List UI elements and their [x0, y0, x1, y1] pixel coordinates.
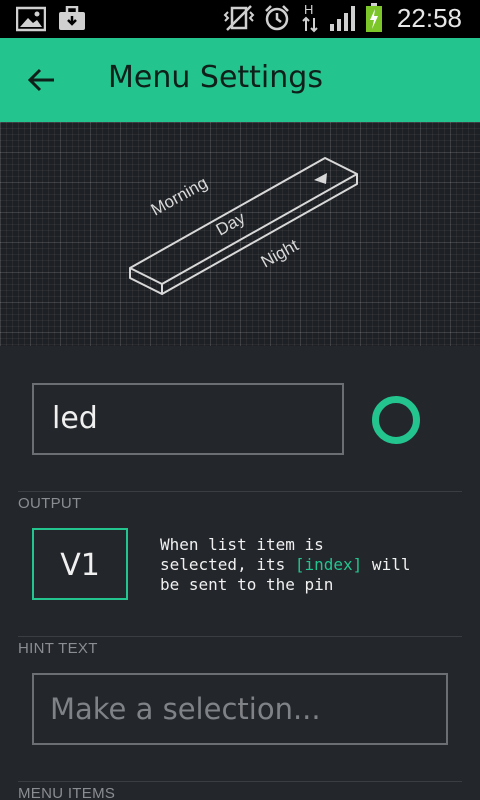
section-divider: [18, 636, 462, 637]
description-line-3: be sent to the pin: [160, 575, 334, 594]
widget-preview: Morning Day Night: [0, 122, 480, 346]
data-arrows-icon: H: [299, 2, 321, 34]
preview-item-night: Night: [258, 236, 302, 272]
description-line-2: selected, its [index] will: [160, 555, 460, 575]
output-section-label: OUTPUT: [18, 495, 82, 512]
dropdown-triangle-icon: [314, 173, 327, 184]
menu-items-section-label: MENU ITEMS: [18, 785, 116, 800]
app-bar: Menu Settings: [0, 38, 480, 122]
index-highlight: [index]: [294, 555, 363, 574]
signal-icon: [329, 4, 357, 32]
pin-selector-button[interactable]: V1: [32, 528, 128, 600]
description-text: selected, its: [160, 555, 295, 574]
network-type-label: H: [304, 2, 313, 17]
section-divider: [18, 491, 462, 492]
page-title: Menu Settings: [108, 60, 323, 95]
hint-text-input[interactable]: Make a selection...: [32, 673, 448, 745]
pin-value: V1: [60, 548, 100, 583]
status-bar: H 22:58: [0, 0, 480, 38]
section-divider: [18, 781, 462, 782]
preview-item-morning: Morning: [148, 173, 211, 219]
widget-name-value: led: [52, 401, 98, 436]
widget-name-input[interactable]: led: [32, 383, 344, 455]
back-arrow-icon[interactable]: [26, 64, 58, 96]
alarm-icon: [263, 4, 291, 32]
hint-placeholder: Make a selection...: [50, 692, 321, 726]
hint-section-label: HINT TEXT: [18, 640, 98, 657]
menu-widget-illustration: Morning Day Night: [129, 157, 358, 295]
vibrate-mute-icon: [223, 4, 255, 32]
description-line-1: When list item is: [160, 535, 324, 554]
clock-time: 22:58: [396, 2, 462, 33]
battery-charging-icon: [365, 3, 383, 33]
preview-item-day: Day: [213, 208, 249, 240]
image-icon: [16, 6, 46, 32]
briefcase-icon: [58, 6, 86, 32]
description-text: will: [362, 555, 411, 574]
output-description: When list item is selected, its [index] …: [160, 535, 460, 595]
color-picker-button[interactable]: [372, 396, 420, 444]
